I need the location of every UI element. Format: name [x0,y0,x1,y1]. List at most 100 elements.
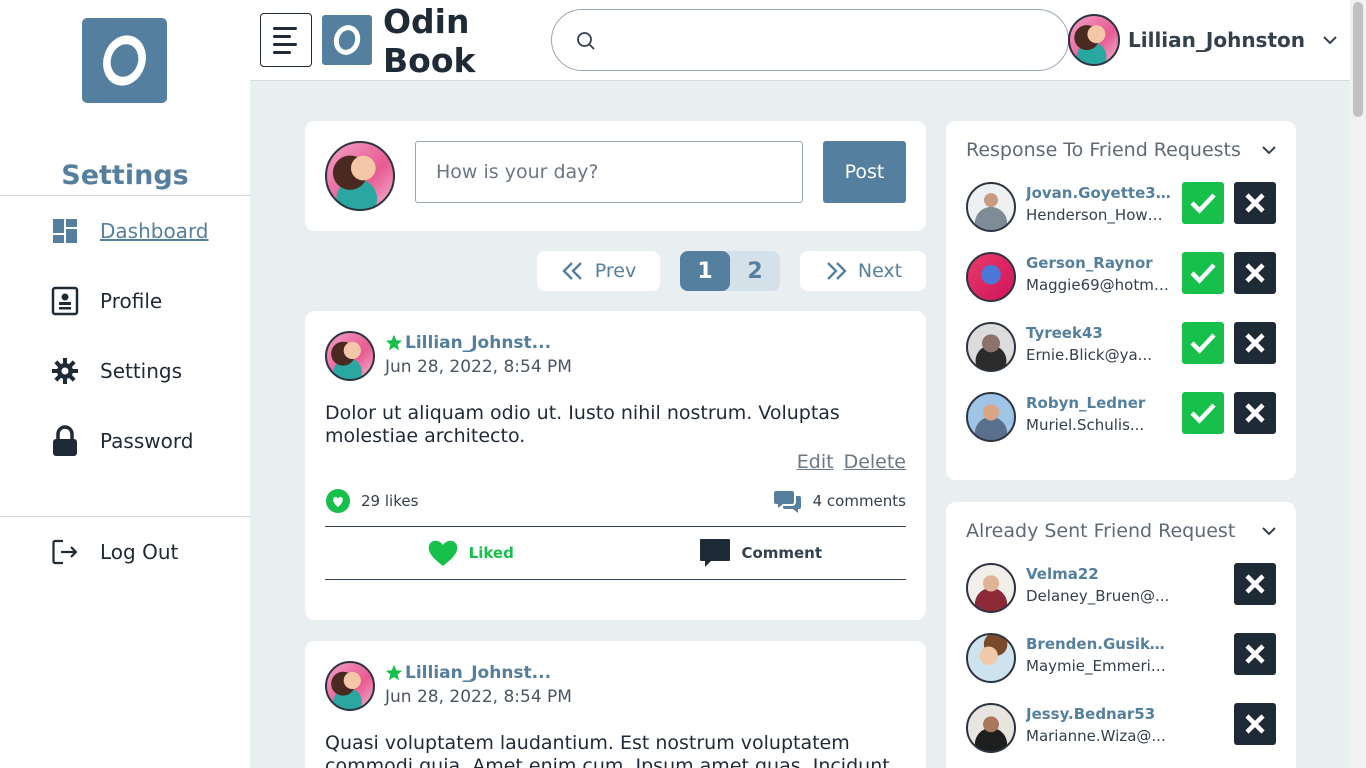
chevron-down-icon [1262,527,1276,536]
request-name[interactable]: Gerson_Raynor [1026,254,1171,272]
reject-request-button[interactable] [1234,322,1276,364]
request-name[interactable]: Robyn_Ledner [1026,394,1171,412]
cancel-request-button[interactable] [1234,563,1276,605]
chevron-down-icon [1323,36,1337,45]
logout-label: Log Out [100,540,179,564]
settings-gear-icon [50,356,80,386]
next-label: Next [857,260,903,282]
request-email: Henderson_Howe... [1026,206,1171,224]
friend-requests-panel: Response To Friend Requests Jovan.Goyett… [946,121,1296,480]
request-name[interactable]: Jovan.Goyette3... [1026,184,1171,202]
page-2-button[interactable]: 2 [730,251,780,291]
sent-requests-header[interactable]: Already Sent Friend Request [966,520,1276,542]
avatar [1068,14,1120,66]
sidebar-item-settings[interactable]: Settings [0,346,250,396]
page-scrollbar[interactable] [1350,0,1366,768]
sidebar-divider [0,195,250,196]
request-name[interactable]: Brenden.Gusiko... [1026,635,1171,653]
brand-line-1: Odin [383,2,470,41]
comments-icon [773,491,801,513]
friend-requests-header[interactable]: Response To Friend Requests [966,139,1276,161]
scrollbar-thumb[interactable] [1353,2,1363,117]
sidebar-item-profile[interactable]: Profile [0,276,250,326]
reject-request-button[interactable] [1234,182,1276,224]
cancel-request-button[interactable] [1234,633,1276,675]
avatar[interactable] [966,563,1016,613]
edit-post-link[interactable]: Edit [797,451,834,473]
search-bar[interactable] [551,9,1069,71]
reject-request-button[interactable] [1234,252,1276,294]
logout-button[interactable]: Log Out [0,527,250,577]
avatar [325,141,395,211]
avatar[interactable] [966,322,1016,372]
hamburger-menu-button[interactable] [260,13,312,67]
post-button[interactable]: Post [823,141,906,203]
comment-button[interactable]: Comment [616,527,907,579]
request-name[interactable]: Velma22 [1026,565,1171,583]
likes-count[interactable]: 29 likes [325,488,418,514]
request-email: Maymie_Emmeric... [1026,657,1171,675]
accept-request-button[interactable] [1182,322,1224,364]
page-1-button[interactable]: 1 [680,251,730,291]
accept-request-button[interactable] [1182,182,1224,224]
friend-request-row: Robyn_Ledner Muriel.Schulis... [966,392,1276,444]
sidebar-divider [0,516,250,517]
sidebar-item-label: Dashboard [100,219,209,243]
page-numbers: 1 2 [680,251,780,291]
search-input[interactable] [612,20,1052,60]
like-label: Liked [468,544,514,562]
odinbook-logo-icon[interactable] [82,18,167,103]
accept-request-button[interactable] [1182,392,1224,434]
post-input[interactable] [415,141,803,203]
post-body: Quasi voluptatem laudantium. Est nostrum… [325,732,890,768]
next-page-button[interactable]: Next [800,251,926,291]
post-author[interactable]: Lillian_Johnst... [385,663,551,683]
avatar[interactable] [325,331,375,381]
panel-title: Response To Friend Requests [966,139,1241,161]
user-menu[interactable]: Lillian_Johnston [1068,14,1337,66]
avatar[interactable] [325,661,375,711]
comment-label: Comment [741,544,823,562]
request-email: Maggie69@hotma... [1026,276,1171,294]
avatar[interactable] [966,182,1016,232]
search-icon [577,32,595,50]
comments-count[interactable]: 4 comments [773,488,906,514]
sidebar-item-dashboard[interactable]: Dashboard [0,206,250,256]
avatar[interactable] [966,252,1016,302]
panel-title: Already Sent Friend Request [966,520,1236,542]
request-email: Marianne.Wiza@... [1026,727,1166,745]
heart-icon [326,489,350,513]
check-icon [1190,263,1216,284]
like-button[interactable]: Liked [325,527,616,579]
sidebar: Settings Dashboard Profile Settings Pass… [0,0,250,768]
logout-icon [50,537,80,567]
accept-request-button[interactable] [1182,252,1224,294]
sidebar-item-password[interactable]: Password [0,416,250,466]
odinbook-logo-icon[interactable] [322,15,372,65]
friend-request-row: Tyreek43 Ernie.Blick@ya... [966,322,1276,374]
x-icon [1245,644,1265,664]
x-icon [1245,193,1265,213]
sent-request-row: Brenden.Gusiko... Maymie_Emmeric... [966,633,1276,685]
cancel-request-button[interactable] [1234,703,1276,745]
lock-icon [50,425,80,456]
prev-label: Prev [594,260,637,282]
request-name[interactable]: Jessy.Bednar53 [1026,705,1171,723]
avatar[interactable] [966,392,1016,442]
request-email: Ernie.Blick@ya... [1026,346,1152,364]
post-author[interactable]: Lillian_Johnst... [385,333,551,353]
delete-post-link[interactable]: Delete [844,451,906,473]
post-body: Dolor ut aliquam odio ut. Iusto nihil no… [325,402,840,447]
sidebar-item-label: Password [100,429,194,453]
brand-name[interactable]: Odin Book [383,2,475,80]
user-name: Lillian_Johnston [1128,28,1306,52]
avatar[interactable] [966,633,1016,683]
avatar[interactable] [966,703,1016,753]
post-date: Jun 28, 2022, 8:54 PM [385,357,572,377]
comment-icon [700,539,731,567]
chevron-down-icon [1262,146,1276,155]
reject-request-button[interactable] [1234,392,1276,434]
request-name[interactable]: Tyreek43 [1026,324,1171,342]
check-icon [1190,193,1216,214]
prev-page-button[interactable]: Prev [537,251,660,291]
